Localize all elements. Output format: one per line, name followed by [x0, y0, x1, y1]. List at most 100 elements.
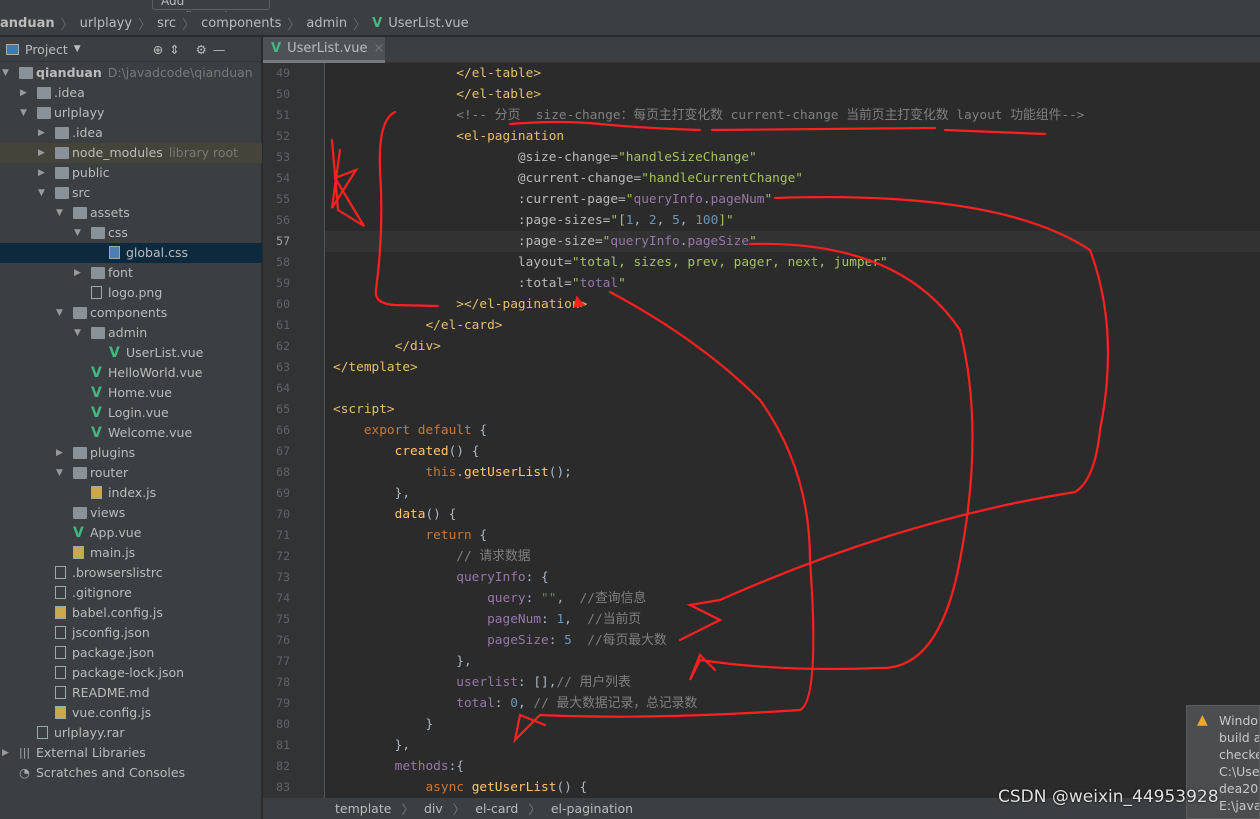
tree-item[interactable]: README.md — [0, 683, 262, 703]
close-icon[interactable]: × — [373, 41, 384, 56]
code-line[interactable]: this.getUserList(); — [333, 462, 571, 483]
code-line[interactable]: <!-- 分页 size-change：每页主打变化数 current-chan… — [333, 105, 1084, 126]
code-line[interactable]: methods:{ — [333, 756, 464, 777]
tree-item[interactable]: V App.vue — [0, 523, 262, 543]
tree-item[interactable]: ◔ Scratches and Consoles — [0, 763, 262, 783]
structure-crumb[interactable]: div — [424, 801, 443, 816]
code-line[interactable]: queryInfo: { — [333, 567, 548, 588]
code-editor[interactable]: 49 50 51 52 53 54 55 56 57 58 59 60 61 62 63 64 65 66 67 68… — [263, 63, 1260, 798]
code-line[interactable]: created() { — [333, 441, 480, 462]
chevron-right-icon[interactable]: ▶ — [38, 143, 45, 163]
code-line[interactable]: @current-change="handleCurrentChange" — [333, 168, 803, 189]
tree-item[interactable]: ▶ .idea — [0, 83, 262, 103]
code-line[interactable]: <el-pagination — [333, 126, 564, 147]
tree-item[interactable]: ▼ assets — [0, 203, 262, 223]
chevron-down-icon[interactable]: ▼ — [74, 223, 81, 243]
project-view-dropdown[interactable]: Project — [25, 42, 68, 57]
chevron-right-icon[interactable]: ▶ — [56, 443, 63, 463]
breadcrumb-item[interactable]: admin — [306, 16, 347, 31]
code-line[interactable]: </div> — [333, 336, 441, 357]
code-line[interactable]: userlist: [],// 用户列表 — [333, 672, 630, 693]
tree-item[interactable]: urlplayy.rar — [0, 723, 262, 743]
breadcrumb-item[interactable]: UserList.vue — [388, 16, 468, 31]
code-line[interactable]: query: "", //查询信息 — [333, 588, 646, 609]
code-line[interactable]: } — [333, 714, 433, 735]
chevron-down-icon[interactable]: ▼ — [74, 44, 81, 54]
tree-item[interactable]: ▶ .idea — [0, 123, 262, 143]
tree-item[interactable]: ▶ node_modules library root — [0, 143, 262, 163]
locate-icon[interactable]: ⊕ — [153, 42, 163, 57]
chevron-right-icon[interactable]: ▶ — [74, 263, 81, 283]
tree-item[interactable]: V HelloWorld.vue — [0, 363, 262, 383]
chevron-down-icon[interactable]: ▼ — [2, 63, 9, 83]
tree-item[interactable]: ▶ public — [0, 163, 262, 183]
tree-item[interactable]: ▼ urlplayy — [0, 103, 262, 123]
code-line[interactable]: :page-size="queryInfo.pageSize" — [333, 231, 757, 252]
breadcrumb-item[interactable]: src — [157, 16, 176, 31]
code-line[interactable]: // 请求数据 — [333, 546, 530, 567]
chevron-right-icon[interactable]: ▶ — [38, 163, 45, 183]
breadcrumb-item[interactable]: anduan — [0, 16, 55, 31]
tree-item[interactable]: ▶ plugins — [0, 443, 262, 463]
chevron-down-icon[interactable]: ▼ — [56, 463, 63, 483]
tree-item[interactable]: package.json — [0, 643, 262, 663]
chevron-right-icon[interactable]: ▶ — [38, 123, 45, 143]
tree-item[interactable]: index.js — [0, 483, 262, 503]
tree-item[interactable]: V Home.vue — [0, 383, 262, 403]
chevron-down-icon[interactable]: ▼ — [38, 183, 45, 203]
code-line[interactable]: export default { — [333, 420, 487, 441]
tree-item[interactable]: V Login.vue — [0, 403, 262, 423]
code-line[interactable]: }, — [333, 483, 410, 504]
code-line[interactable]: ></el-pagination> — [333, 294, 587, 315]
structure-crumb[interactable]: el-card — [475, 801, 518, 816]
code-line[interactable]: <script> — [333, 399, 395, 420]
code-line[interactable]: :current-page="queryInfo.pageNum" — [333, 189, 772, 210]
code-line[interactable]: </el-card> — [333, 315, 502, 336]
tree-item[interactable]: logo.png — [0, 283, 262, 303]
code-line[interactable]: return { — [333, 525, 487, 546]
chevron-down-icon[interactable]: ▼ — [56, 303, 63, 323]
tree-item[interactable]: vue.config.js — [0, 703, 262, 723]
code-line[interactable]: @size-change="handleSizeChange" — [333, 147, 757, 168]
tree-item[interactable]: ▶ ||| External Libraries — [0, 743, 262, 763]
structure-crumb[interactable]: template — [335, 801, 391, 816]
tree-item[interactable]: package-lock.json — [0, 663, 262, 683]
code-line[interactable]: :total="total" — [333, 273, 626, 294]
tree-item[interactable]: ▼ src — [0, 183, 262, 203]
code-line[interactable]: }, — [333, 651, 471, 672]
tab-userlist-vue[interactable]: V UserList.vue × — [263, 37, 385, 63]
structure-crumb[interactable]: el-pagination — [551, 801, 633, 816]
tree-item[interactable]: V UserList.vue — [0, 343, 262, 363]
code-line[interactable]: pageNum: 1, //当前页 — [333, 609, 641, 630]
tree-item[interactable]: global.css — [0, 243, 262, 263]
tree-item[interactable]: V Welcome.vue — [0, 423, 262, 443]
chevron-right-icon[interactable]: ▶ — [2, 743, 9, 763]
code-line[interactable]: pageSize: 5 //每页最大数 — [333, 630, 667, 651]
code-line[interactable]: async getUserList() { — [333, 777, 587, 798]
chevron-down-icon[interactable]: ▼ — [74, 323, 81, 343]
code-line[interactable]: </el-table> — [333, 63, 541, 84]
breadcrumb-item[interactable]: urlplayy — [80, 16, 132, 31]
code-line[interactable]: }, — [333, 735, 410, 756]
code-line[interactable]: layout="total, sizes, prev, pager, next,… — [333, 252, 888, 273]
tree-item[interactable]: ▼ qianduan D:\javadcode\qianduan — [0, 63, 262, 83]
tree-item[interactable]: babel.config.js — [0, 603, 262, 623]
tree-item[interactable]: views — [0, 503, 262, 523]
run-configuration-dropdown[interactable]: Add Configuration... — [152, 0, 270, 24]
tree-item[interactable]: main.js — [0, 543, 262, 563]
tree-item[interactable]: .browserslistrc — [0, 563, 262, 583]
tree-item[interactable]: ▼ components — [0, 303, 262, 323]
tree-item[interactable]: ▼ css — [0, 223, 262, 243]
code-line[interactable]: </el-table> — [333, 84, 541, 105]
breadcrumb-item[interactable]: components — [201, 16, 281, 31]
tree-item[interactable]: .gitignore — [0, 583, 262, 603]
collapse-all-icon[interactable]: ⇕ — [169, 42, 179, 57]
chevron-down-icon[interactable]: ▼ — [56, 203, 63, 223]
code-line[interactable]: </template> — [333, 357, 418, 378]
chevron-down-icon[interactable]: ▼ — [20, 103, 27, 123]
chevron-right-icon[interactable]: ▶ — [20, 83, 27, 103]
tree-item[interactable]: ▼ router — [0, 463, 262, 483]
hide-icon[interactable]: — — [213, 42, 226, 57]
tree-item[interactable]: ▶ font — [0, 263, 262, 283]
code-line[interactable]: :page-sizes="[1, 2, 5, 100]" — [333, 210, 734, 231]
